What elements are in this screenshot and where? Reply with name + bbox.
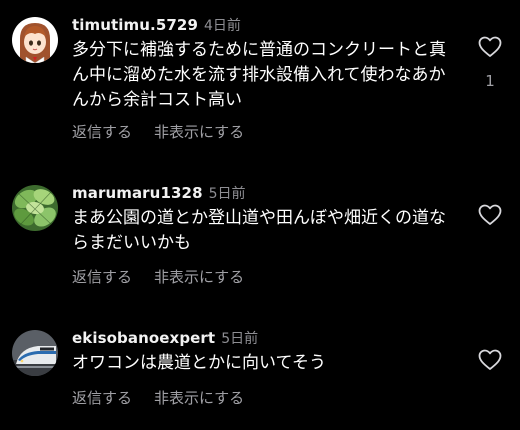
heart-outline-icon[interactable] bbox=[478, 36, 502, 58]
avatar[interactable] bbox=[12, 330, 58, 376]
comment-text: 多分下に補強するために普通のコンクリートと真ん中に溜めた水を流す排水設備入れて使… bbox=[72, 40, 446, 110]
timestamp: 4日前 bbox=[204, 18, 241, 34]
username[interactable]: ekisobanoexpert bbox=[72, 329, 215, 347]
train-avatar-icon bbox=[12, 330, 58, 376]
username[interactable]: marumaru1328 bbox=[72, 184, 203, 202]
comment-item: ekisobanoexpert 5日前 オワコンは農道とかに向いてそう 返信する 非… bbox=[0, 327, 520, 417]
comment-item: timutimu.5729 4日前 多分下に補強するために普通のコンクリートと真ん… bbox=[0, 14, 520, 154]
reply-button[interactable]: 返信する bbox=[72, 389, 132, 407]
like-button[interactable] bbox=[474, 349, 506, 371]
heart-outline-icon[interactable] bbox=[478, 204, 502, 226]
heart-outline-icon[interactable] bbox=[478, 349, 502, 371]
hide-button[interactable]: 非表示にする bbox=[154, 389, 244, 407]
comment-actions: 返信する 非表示にする bbox=[72, 266, 244, 288]
hide-button[interactable]: 非表示にする bbox=[154, 123, 244, 141]
like-button[interactable]: 1 bbox=[474, 36, 506, 90]
username[interactable]: timutimu.5729 bbox=[72, 16, 198, 34]
comment-meta: ekisobanoexpert 5日前 bbox=[72, 327, 258, 349]
timestamp: 5日前 bbox=[221, 331, 259, 347]
timestamp: 5日前 bbox=[208, 186, 246, 202]
comment-list: timutimu.5729 4日前 多分下に補強するために普通のコンクリートと真ん… bbox=[0, 0, 520, 430]
anime-girl-avatar-icon bbox=[12, 17, 58, 63]
reply-button[interactable]: 返信する bbox=[72, 123, 132, 141]
green-leaves-avatar-icon bbox=[12, 185, 58, 231]
avatar[interactable] bbox=[12, 17, 58, 63]
avatar[interactable] bbox=[12, 185, 58, 231]
comment-actions: 返信する 非表示にする bbox=[72, 387, 244, 409]
comment-actions: 返信する 非表示にする bbox=[72, 121, 244, 143]
reply-button[interactable]: 返信する bbox=[72, 268, 132, 286]
comment-meta: marumaru1328 5日前 bbox=[72, 182, 246, 204]
comment-text: まあ公園の道とか登山道や田んぼや畑近くの道ならまだいいかも bbox=[72, 208, 446, 253]
like-count: 1 bbox=[485, 72, 495, 90]
hide-button[interactable]: 非表示にする bbox=[154, 268, 244, 286]
like-button[interactable] bbox=[474, 204, 506, 226]
comment-meta: timutimu.5729 4日前 bbox=[72, 14, 241, 36]
comment-item: marumaru1328 5日前 まあ公園の道とか登山道や田んぼや畑近くの道ならま… bbox=[0, 182, 520, 292]
comment-text: オワコンは農道とかに向いてそう bbox=[72, 353, 326, 373]
